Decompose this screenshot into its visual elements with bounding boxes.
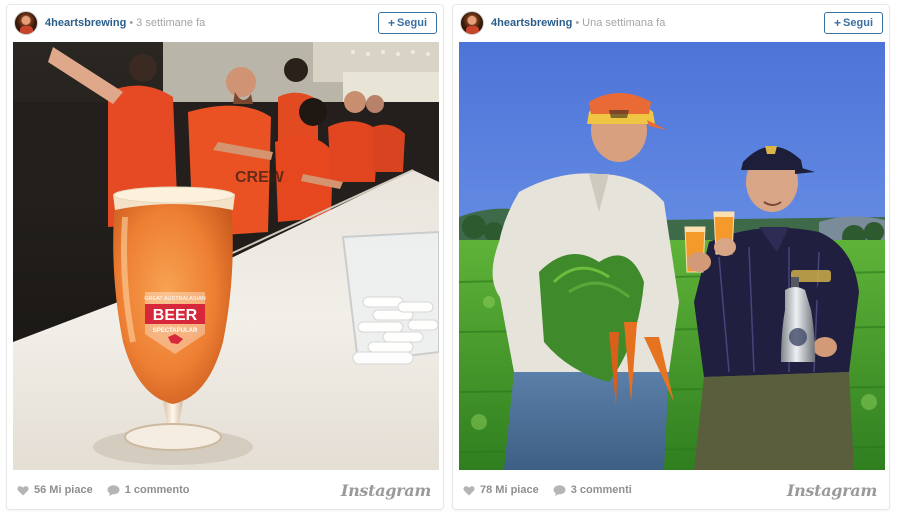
post-header: 4heartsbrewing • 3 settimane fa + Segui xyxy=(7,5,443,41)
shirt-text: CREW xyxy=(235,169,285,186)
instagram-post-1: 4heartsbrewing • 3 settimane fa + Segui xyxy=(6,4,444,510)
heart-icon xyxy=(463,485,475,495)
glass-label-main: BEER xyxy=(153,307,198,324)
user-avatar[interactable] xyxy=(460,11,484,35)
post-timestamp: Una settimana fa xyxy=(582,17,666,29)
likes-label: 56 Mi piace xyxy=(34,484,93,496)
likes-count[interactable]: 56 Mi piace xyxy=(17,484,93,496)
instagram-logo[interactable]: Instagram xyxy=(787,481,877,500)
plus-icon: + xyxy=(388,16,396,30)
follow-button-label: Segui xyxy=(397,17,427,29)
comments-count[interactable]: 3 commenti xyxy=(553,484,632,496)
likes-count[interactable]: 78 Mi piace xyxy=(463,484,539,496)
glass-label-bottom: SPECTAPULAR xyxy=(153,328,198,334)
post-header: 4heartsbrewing • Una settimana fa + Segu… xyxy=(453,5,889,41)
post-footer: 78 Mi piace 3 commenti Instagram xyxy=(453,471,889,509)
glass-label-top: GREAT AUSTRALASIAN xyxy=(144,296,206,302)
follow-button[interactable]: + Segui xyxy=(378,12,437,34)
post-photo-beer-glass[interactable]: GREAT AUSTRALASIAN BEER SPECTAPULAR CREW xyxy=(13,42,439,470)
user-avatar[interactable] xyxy=(14,11,38,35)
username-link[interactable]: 4heartsbrewing xyxy=(45,17,126,29)
post-footer: 56 Mi piace 1 commento Instagram xyxy=(7,471,443,509)
follow-button[interactable]: + Segui xyxy=(824,12,883,34)
plus-icon: + xyxy=(834,16,842,30)
comments-label: 3 commenti xyxy=(570,484,632,496)
separator-dot: • xyxy=(575,17,580,29)
comment-bubble-icon xyxy=(107,484,120,496)
likes-label: 78 Mi piace xyxy=(480,484,539,496)
post-timestamp: 3 settimane fa xyxy=(136,17,206,29)
comments-label: 1 commento xyxy=(124,484,190,496)
instagram-post-2: 4heartsbrewing • Una settimana fa + Segu… xyxy=(452,4,890,510)
follow-button-label: Segui xyxy=(843,17,873,29)
comment-bubble-icon xyxy=(553,484,566,496)
comments-count[interactable]: 1 commento xyxy=(107,484,190,496)
separator-dot: • xyxy=(129,17,134,29)
instagram-logo[interactable]: Instagram xyxy=(341,481,431,500)
username-link[interactable]: 4heartsbrewing xyxy=(491,17,572,29)
post-photo-carrot-field[interactable] xyxy=(459,42,885,470)
heart-icon xyxy=(17,485,29,495)
